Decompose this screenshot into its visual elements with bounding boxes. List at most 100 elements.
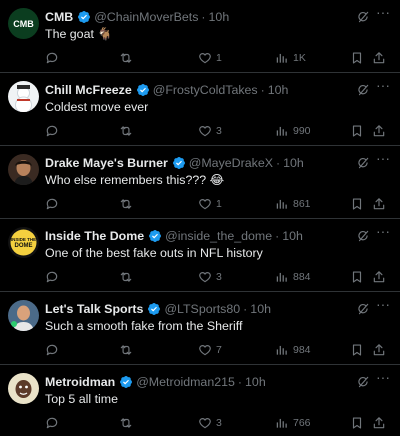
reply-button[interactable] bbox=[45, 342, 63, 358]
bookmark-button[interactable] bbox=[350, 50, 364, 66]
view-count: 861 bbox=[293, 198, 311, 210]
display-name[interactable]: Drake Maye's Burner bbox=[45, 155, 168, 171]
timeline-feed: CMB CMB @ChainMoverBets · 10h The goat 🐐… bbox=[0, 0, 400, 436]
timestamp[interactable]: 10h bbox=[209, 9, 230, 25]
more-icon[interactable]: ··· bbox=[376, 151, 390, 167]
tweet-text: Coldest move ever bbox=[45, 100, 149, 114]
reply-icon bbox=[46, 125, 58, 137]
more-icon[interactable]: ··· bbox=[376, 297, 390, 313]
bookmark-button[interactable] bbox=[350, 269, 364, 285]
tweet[interactable]: CMB CMB @ChainMoverBets · 10h The goat 🐐… bbox=[0, 0, 400, 73]
grok-icon[interactable] bbox=[356, 10, 370, 24]
repost-button[interactable] bbox=[119, 269, 137, 285]
action-bar: 3 766 bbox=[45, 415, 390, 431]
user-handle[interactable]: @FrostyColdTakes bbox=[153, 82, 258, 98]
more-icon[interactable]: ··· bbox=[376, 5, 390, 21]
bookmark-icon bbox=[352, 125, 362, 137]
repost-button[interactable] bbox=[119, 342, 137, 358]
avatar[interactable]: INSIDE THE DOME bbox=[8, 227, 39, 258]
more-icon[interactable]: ··· bbox=[376, 370, 390, 386]
views-button[interactable]: 766 bbox=[275, 415, 311, 431]
user-handle[interactable]: @LTSports80 bbox=[164, 301, 240, 317]
repost-button[interactable] bbox=[119, 50, 137, 66]
reply-button[interactable] bbox=[45, 50, 63, 66]
grok-icon[interactable] bbox=[356, 229, 370, 243]
views-button[interactable]: 984 bbox=[275, 342, 311, 358]
display-name[interactable]: Chill McFreeze bbox=[45, 82, 132, 98]
display-name[interactable]: Let's Talk Sports bbox=[45, 301, 143, 317]
action-bar: 7 984 bbox=[45, 342, 390, 358]
reply-button[interactable] bbox=[45, 196, 63, 212]
bookmark-button[interactable] bbox=[350, 415, 364, 431]
reply-button[interactable] bbox=[45, 415, 63, 431]
like-button[interactable]: 3 bbox=[198, 415, 222, 431]
action-bar: 3 990 bbox=[45, 123, 390, 139]
avatar[interactable] bbox=[8, 300, 39, 331]
timestamp[interactable]: 10h bbox=[245, 374, 266, 390]
share-button[interactable] bbox=[372, 123, 386, 139]
repost-button[interactable] bbox=[119, 123, 137, 139]
avatar[interactable] bbox=[8, 154, 39, 185]
views-button[interactable]: 861 bbox=[275, 196, 311, 212]
like-button[interactable]: 1 bbox=[198, 196, 222, 212]
separator-dot: · bbox=[275, 229, 280, 243]
user-handle[interactable]: @Metroidman215 bbox=[136, 374, 235, 390]
display-name[interactable]: CMB bbox=[45, 9, 73, 25]
verified-badge-icon bbox=[148, 303, 161, 315]
avatar[interactable] bbox=[8, 373, 39, 404]
user-handle[interactable]: @MayeDrakeX bbox=[189, 155, 273, 171]
like-button[interactable]: 1 bbox=[198, 50, 222, 66]
views-button[interactable]: 1K bbox=[275, 50, 306, 66]
share-button[interactable] bbox=[372, 196, 386, 212]
bookmark-button[interactable] bbox=[350, 123, 364, 139]
timestamp[interactable]: 10h bbox=[268, 82, 289, 98]
timestamp[interactable]: 10h bbox=[283, 155, 304, 171]
tweet-text: One of the best fake outs in NFL history bbox=[45, 246, 263, 260]
grok-icon[interactable] bbox=[356, 156, 370, 170]
views-button[interactable]: 990 bbox=[275, 123, 311, 139]
display-name[interactable]: Metroidman bbox=[45, 374, 115, 390]
grok-icon[interactable] bbox=[356, 375, 370, 389]
view-count: 884 bbox=[293, 271, 311, 283]
more-icon[interactable]: ··· bbox=[376, 78, 390, 94]
like-count: 3 bbox=[216, 125, 222, 137]
share-button[interactable] bbox=[372, 342, 386, 358]
bookmark-button[interactable] bbox=[350, 196, 364, 212]
tweet-text: Such a smooth fake from the Sheriff bbox=[45, 319, 243, 333]
repost-button[interactable] bbox=[119, 415, 137, 431]
share-button[interactable] bbox=[372, 50, 386, 66]
tweet[interactable]: Let's Talk Sports @LTSports80 · 10h Such… bbox=[0, 292, 400, 365]
like-button[interactable]: 7 bbox=[198, 342, 222, 358]
views-icon bbox=[276, 199, 287, 209]
like-button[interactable]: 3 bbox=[198, 269, 222, 285]
tweet[interactable]: Chill McFreeze @FrostyColdTakes · 10h Co… bbox=[0, 73, 400, 146]
grok-icon[interactable] bbox=[356, 83, 370, 97]
reply-button[interactable] bbox=[45, 123, 63, 139]
avatar-image bbox=[8, 373, 39, 404]
verified-badge-icon bbox=[120, 376, 133, 388]
timestamp[interactable]: 10h bbox=[282, 228, 303, 244]
like-button[interactable]: 3 bbox=[198, 123, 222, 139]
tweet[interactable]: INSIDE THE DOME Inside The Dome @inside_t… bbox=[0, 219, 400, 292]
timestamp[interactable]: 10h bbox=[250, 301, 271, 317]
views-button[interactable]: 884 bbox=[275, 269, 311, 285]
display-name[interactable]: Inside The Dome bbox=[45, 228, 144, 244]
share-button[interactable] bbox=[372, 415, 386, 431]
avatar-image: INSIDE THEDOME bbox=[8, 227, 39, 258]
share-button[interactable] bbox=[372, 269, 386, 285]
avatar[interactable] bbox=[8, 81, 39, 112]
tweet[interactable]: Metroidman @Metroidman215 · 10h Top 5 al… bbox=[0, 365, 400, 436]
repost-button[interactable] bbox=[119, 196, 137, 212]
like-icon bbox=[199, 126, 211, 137]
bookmark-icon bbox=[352, 52, 362, 64]
avatar[interactable]: CMB bbox=[8, 8, 39, 39]
user-handle[interactable]: @inside_the_dome bbox=[165, 228, 272, 244]
grok-icon[interactable] bbox=[356, 302, 370, 316]
like-icon bbox=[199, 53, 211, 64]
reply-button[interactable] bbox=[45, 269, 63, 285]
user-handle[interactable]: @ChainMoverBets bbox=[94, 9, 198, 25]
views-icon bbox=[276, 272, 287, 282]
more-icon[interactable]: ··· bbox=[376, 224, 390, 240]
tweet[interactable]: Drake Maye's Burner @MayeDrakeX · 10h Wh… bbox=[0, 146, 400, 219]
bookmark-button[interactable] bbox=[350, 342, 364, 358]
